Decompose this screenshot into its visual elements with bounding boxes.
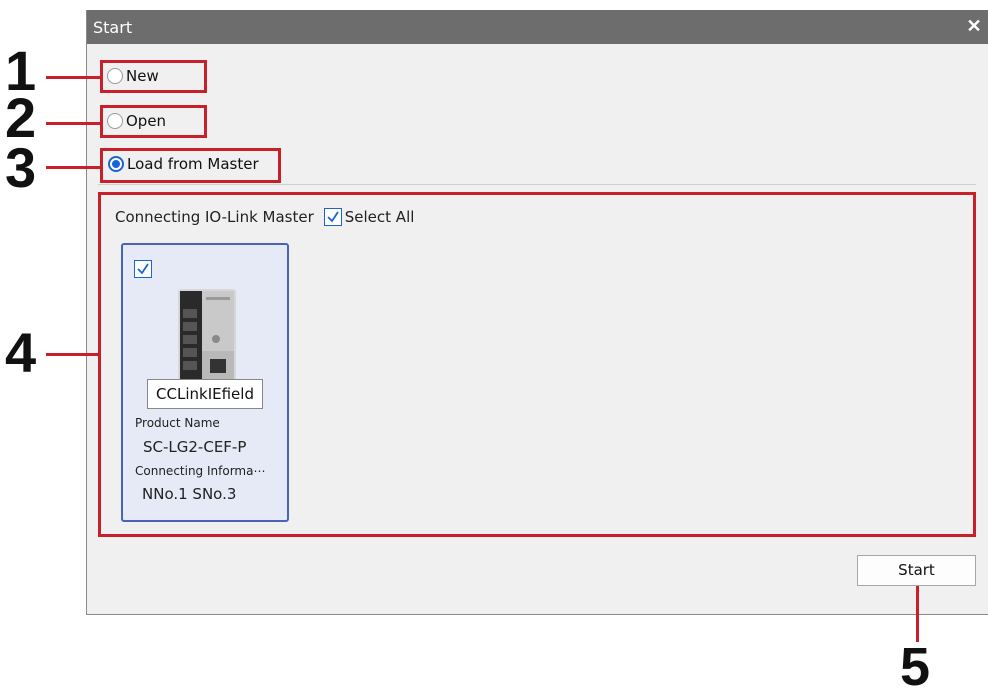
callout-box-4 xyxy=(98,192,976,537)
callout-line-5 xyxy=(916,586,919,642)
callout-number-4: 4 xyxy=(5,321,37,384)
close-icon[interactable]: ✕ xyxy=(964,16,984,36)
start-button[interactable]: Start xyxy=(857,555,976,586)
callout-box-1 xyxy=(100,60,207,93)
callout-number-5: 5 xyxy=(900,637,931,697)
callout-line-3 xyxy=(46,166,100,169)
callout-number-3: 3 xyxy=(5,136,37,199)
callout-box-2 xyxy=(100,105,207,138)
dialog-title: Start xyxy=(93,18,133,37)
callout-line-2 xyxy=(46,122,100,125)
callout-box-3 xyxy=(100,148,281,183)
callout-line-4 xyxy=(46,353,98,356)
callout-line-1 xyxy=(46,76,100,79)
section-divider xyxy=(98,184,976,185)
title-bar: Start ✕ xyxy=(87,10,988,44)
